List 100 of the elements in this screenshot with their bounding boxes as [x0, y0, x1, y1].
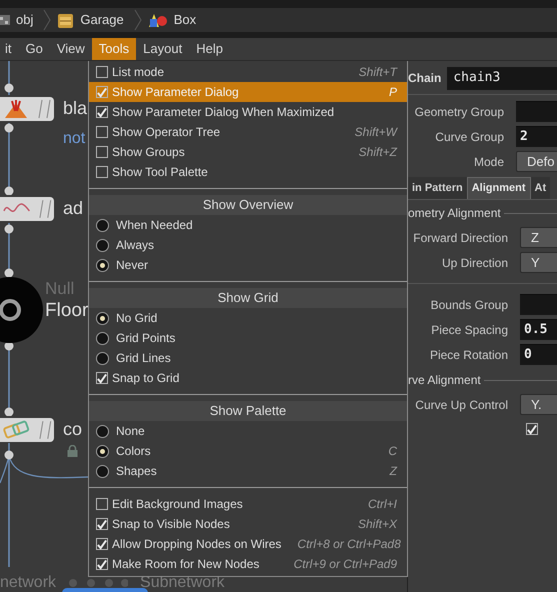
radio-button[interactable]	[96, 444, 109, 458]
tab[interactable]: in Pattern	[408, 177, 467, 199]
wire	[3, 223, 15, 277]
node-flags-icon	[38, 199, 54, 219]
check-icon	[97, 372, 107, 384]
tab[interactable]: Alignment	[466, 177, 531, 199]
menu-title[interactable]: Go	[18, 38, 50, 60]
wire	[3, 61, 15, 95]
checkbox[interactable]	[96, 538, 108, 550]
node-flags-icon	[37, 99, 53, 119]
menu-item[interactable]: Always	[89, 235, 407, 255]
menu-item[interactable]: Shapes Z	[89, 461, 407, 481]
parameter-label: Up Direction	[440, 254, 508, 272]
checkbox[interactable]	[96, 498, 108, 510]
node-flags-icon	[38, 420, 54, 440]
checkbox[interactable]	[96, 558, 108, 570]
menu-title[interactable]: Help	[189, 38, 230, 60]
check-icon	[97, 518, 107, 530]
parameter-label: Piece Spacing	[430, 322, 508, 338]
section-title: ometry Alignment	[408, 205, 501, 222]
menu-item[interactable]: Grid Lines	[89, 348, 407, 368]
menu-item[interactable]: When Needed	[89, 215, 407, 235]
menu-item[interactable]: No Grid	[89, 308, 407, 328]
radio-button[interactable]	[96, 218, 109, 232]
menu-title[interactable]: Layout	[136, 38, 190, 60]
checkbox[interactable]	[96, 372, 108, 384]
check-icon	[527, 424, 537, 434]
parameter-label: Mode	[472, 154, 504, 170]
menu-item[interactable]: Snap to Visible Nodes Shift+X	[89, 514, 407, 534]
parameter-label: Bounds Group	[430, 296, 508, 314]
menu-item[interactable]: Show Parameter Dialog When Maximized	[89, 102, 407, 122]
node-name: Floor	[45, 301, 88, 320]
checkbox[interactable]	[96, 66, 108, 78]
dropdown-button[interactable]: Defo	[516, 151, 557, 172]
path-crumb[interactable]: obj	[0, 10, 38, 30]
radio-button[interactable]	[96, 312, 109, 324]
chevron-icon	[43, 9, 52, 31]
menu-section-header: Show Grid	[89, 288, 407, 308]
shapes-icon	[148, 12, 168, 28]
node-name-field[interactable]: chain3	[447, 66, 557, 90]
menu-item[interactable]: Edit Background Images Ctrl+I	[89, 494, 407, 514]
parameter-label: Geometry Group	[414, 104, 504, 120]
menu-section-header: Show Palette	[89, 401, 407, 421]
wire	[3, 123, 15, 195]
input-field[interactable]: 0.5	[520, 319, 557, 340]
node-name: network	[0, 573, 56, 592]
input-field[interactable]: 2	[516, 126, 557, 147]
node-name: Subnetwork	[140, 573, 225, 592]
menu-title[interactable]: View	[50, 38, 92, 60]
chain-links-icon	[3, 420, 30, 440]
input-field[interactable]: 0	[520, 344, 557, 365]
checkbox[interactable]	[96, 146, 108, 158]
dots-icon	[68, 578, 128, 588]
radio-button[interactable]	[96, 332, 109, 344]
menu-item[interactable]: None	[89, 421, 407, 441]
menu-item[interactable]: List mode Shift+T	[89, 62, 407, 82]
parameter-label: Forward Direction	[412, 230, 508, 246]
menu-item[interactable]: Show Operator Tree Shift+W	[89, 122, 407, 142]
menu-item[interactable]: Colors C	[89, 441, 407, 461]
menu-item[interactable]: Grid Points	[89, 328, 407, 348]
checkbox[interactable]	[96, 86, 108, 98]
dropdown-button[interactable]: Y.	[520, 394, 557, 415]
menu-item[interactable]: Make Room for New Nodes Ctrl+9 or Ctrl+Pad9	[89, 554, 407, 574]
crate-icon	[57, 12, 74, 28]
parameter-label: Curve Up Control	[414, 396, 508, 414]
check-icon	[97, 106, 107, 118]
path-crumb[interactable]: Garage	[57, 10, 128, 30]
node-name: bla	[63, 99, 88, 117]
menu-item[interactable]: Allow Dropping Nodes on Wires Ctrl+8 or Ctrl+Pad8	[89, 534, 407, 554]
check-icon	[97, 558, 107, 570]
node-tile[interactable]	[0, 97, 54, 121]
path-crumb[interactable]: Box	[148, 10, 200, 30]
menu-item[interactable]: Show Groups Shift+Z	[89, 142, 407, 162]
radio-button[interactable]	[96, 464, 109, 478]
checkbox[interactable]	[96, 106, 108, 118]
radio-button[interactable]	[96, 258, 109, 272]
menu-item[interactable]: Show Tool Palette	[89, 162, 407, 182]
node-tile[interactable]	[0, 418, 54, 442]
node-tile[interactable]	[0, 197, 54, 221]
radio-button[interactable]	[96, 424, 109, 438]
tab[interactable]: At	[530, 177, 550, 199]
dropdown-button[interactable]: Z	[520, 227, 557, 248]
menu-item[interactable]: Never	[89, 255, 407, 275]
objects-icon	[0, 13, 10, 27]
parameter-label: Curve Group	[434, 128, 504, 146]
chevron-icon	[134, 9, 142, 31]
checkbox[interactable]	[526, 423, 538, 435]
menu-item[interactable]: Snap to Grid	[89, 368, 407, 388]
menu-title[interactable]: it	[0, 38, 18, 60]
node-comment: not	[63, 131, 86, 147]
checkbox[interactable]	[96, 518, 108, 530]
radio-button[interactable]	[96, 352, 109, 364]
node-type-label: Chain	[408, 70, 442, 87]
checkbox[interactable]	[96, 126, 108, 138]
node-name: ad	[63, 199, 84, 217]
dropdown-button[interactable]: Y	[520, 252, 557, 273]
section-title: rve Alignment	[408, 372, 481, 389]
radio-button[interactable]	[96, 238, 109, 252]
node-name: co	[63, 420, 82, 438]
checkbox[interactable]	[96, 166, 108, 178]
